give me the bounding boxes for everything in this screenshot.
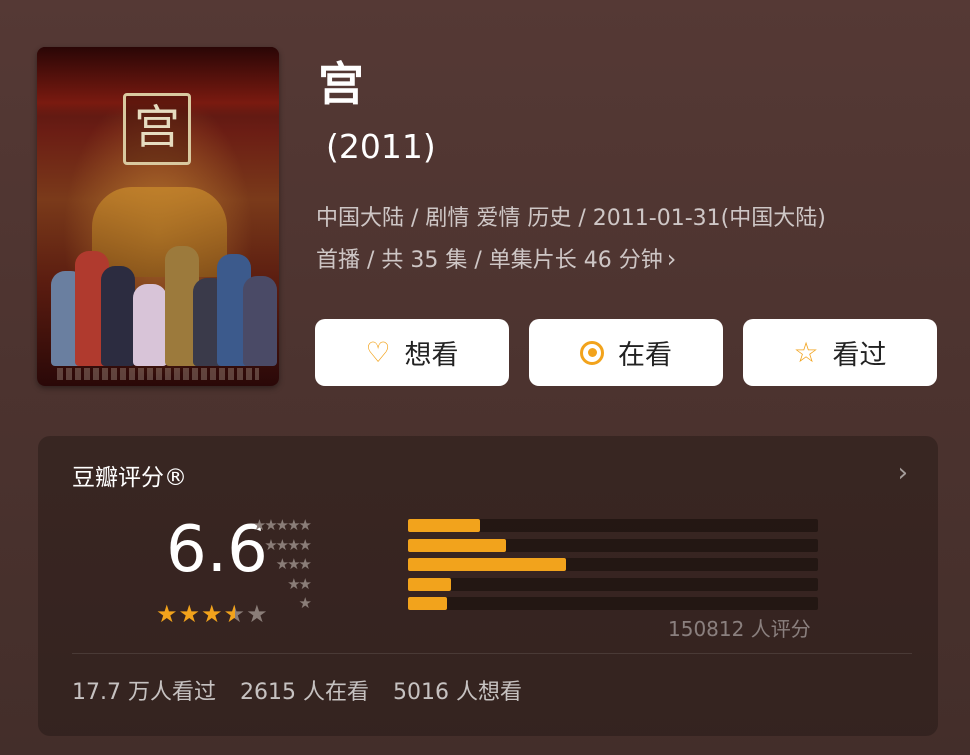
poster-title-glyph: 宫	[123, 93, 191, 165]
show-title: 宫	[318, 57, 364, 111]
star-outline-icon: ☆	[793, 335, 819, 369]
rating-bar-stars: ★★★★	[264, 535, 312, 554]
watched-button-label: 看过	[832, 340, 887, 371]
show-meta[interactable]: 中国大陆 / 剧情 爱情 历史 / 2011-01-31(中国大陆) 首播 / …	[316, 199, 956, 281]
rating-bar-stars: ★★★★★	[252, 516, 312, 534]
rating-bar-track	[408, 538, 818, 552]
show-year: (2011)	[326, 127, 436, 166]
rating-card[interactable]: 豆瓣评分® › 6.6 ★★★★★ ★★★★★ ★★★★ ★★★ ★★ ★ 15…	[38, 436, 938, 736]
rating-bar-track	[408, 519, 818, 532]
rating-bar-track	[408, 577, 818, 591]
rating-bar-stars: ★★★	[275, 555, 312, 573]
stat-want[interactable]: 5016 人想看	[393, 674, 522, 706]
stat-watched[interactable]: 17.7 万人看过	[72, 674, 216, 706]
rating-bar-track	[408, 597, 818, 610]
meta-line-2: 首播 / 共 35 集 / 单集片长 46 分钟 ›	[316, 239, 956, 281]
want-button[interactable]: ♡ 想看	[315, 319, 509, 386]
stat-watching[interactable]: 2615 人在看	[240, 674, 369, 706]
poster-image[interactable]: 宫	[37, 47, 279, 386]
rating-bar-fill	[408, 538, 507, 552]
ratings-count: 150812 人评分	[668, 617, 811, 641]
poster-figures	[37, 216, 279, 366]
chevron-right-icon[interactable]: ›	[898, 458, 908, 488]
rating-bar-fill	[408, 558, 566, 571]
rating-bar-fill	[408, 577, 452, 591]
heart-plus-icon: ♡	[365, 335, 391, 369]
meta-line-1: 中国大陆 / 剧情 爱情 历史 / 2011-01-31(中国大陆)	[316, 206, 826, 231]
watching-button-label: 在看	[618, 340, 672, 371]
watching-button[interactable]: 在看	[529, 319, 723, 386]
rating-bar-stars: ★	[298, 594, 312, 612]
rating-bar-fill	[408, 597, 447, 610]
meta-line-2-text: 首播 / 共 35 集 / 单集片长 46 分钟	[316, 248, 663, 273]
radio-dot-icon	[580, 340, 604, 365]
want-button-label: 想看	[404, 340, 459, 371]
audience-stats: 17.7 万人看过 2615 人在看 5016 人想看	[72, 674, 522, 706]
chevron-right-icon[interactable]: ›	[667, 239, 677, 279]
rating-title: 豆瓣评分®	[72, 465, 187, 491]
divider	[72, 653, 912, 654]
rating-bar-track	[408, 558, 818, 571]
star-full-icon: ★	[156, 600, 179, 628]
watched-button[interactable]: ☆ 看过	[743, 319, 937, 386]
rating-bar-stars: ★★	[287, 574, 312, 593]
rating-bar-fill	[408, 519, 480, 532]
poster-credits	[57, 368, 259, 380]
